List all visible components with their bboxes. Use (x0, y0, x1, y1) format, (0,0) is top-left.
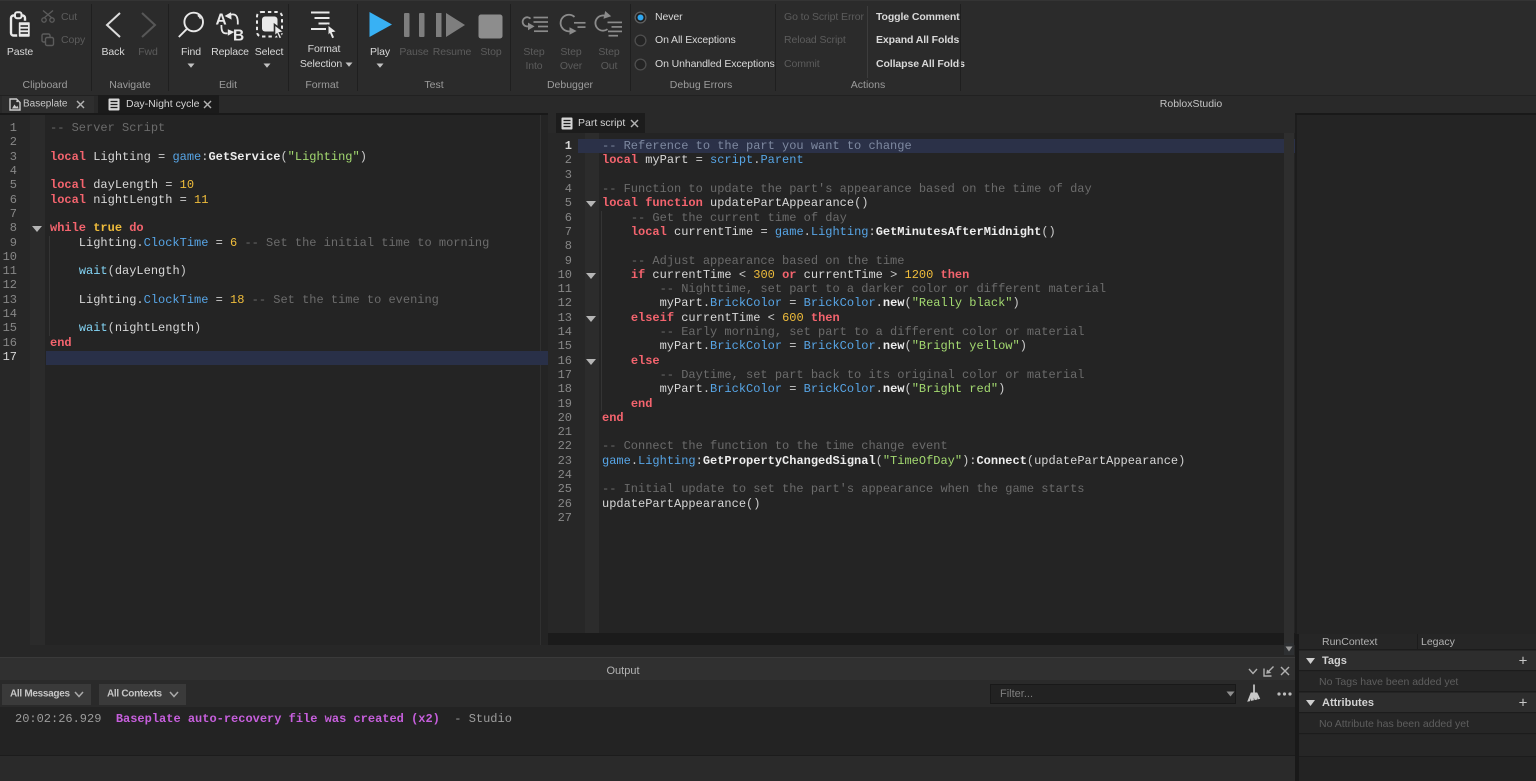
svg-text:B: B (233, 28, 244, 42)
